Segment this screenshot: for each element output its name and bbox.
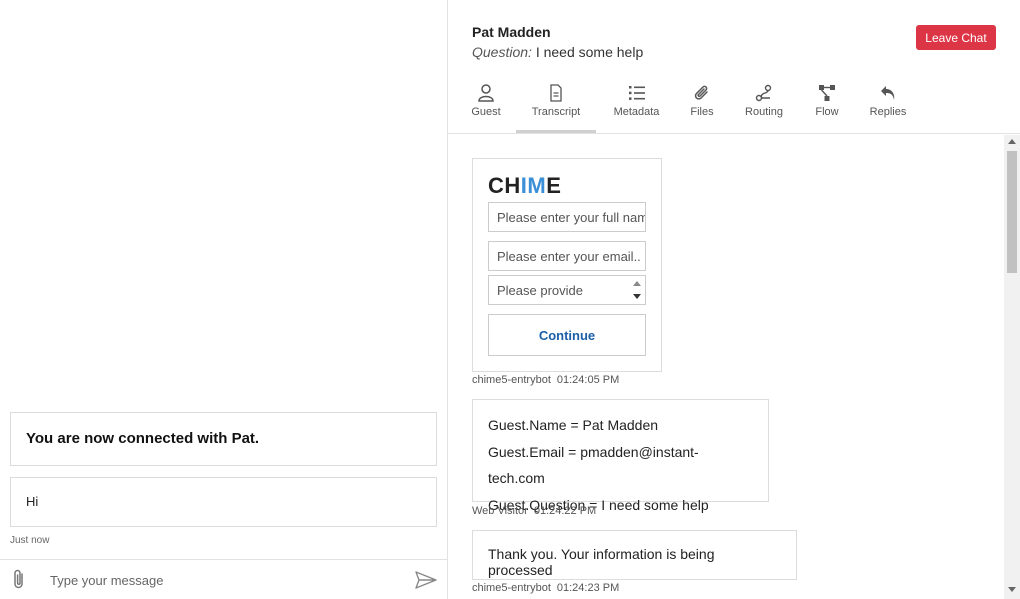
- chevron-down-icon[interactable]: [633, 294, 641, 299]
- email-field[interactable]: [488, 241, 646, 271]
- tab-guest-label: Guest: [471, 106, 501, 118]
- message-sender: chime5-entrybot: [472, 374, 551, 386]
- scroll-up-arrow[interactable]: [1008, 139, 1016, 144]
- leave-chat-button[interactable]: Leave Chat: [916, 25, 996, 50]
- guest-name: Pat Madden: [472, 24, 551, 40]
- question-field-scroller[interactable]: [630, 276, 645, 304]
- message-input[interactable]: [40, 566, 400, 594]
- paperclip-icon[interactable]: [9, 569, 29, 591]
- message-sender: chime5-entrybot: [472, 582, 551, 594]
- continue-button[interactable]: Continue: [488, 314, 646, 356]
- tab-bar: Guest Transcript Metadata Files Routing …: [448, 78, 1020, 134]
- chat-message-text: Hi: [26, 494, 39, 509]
- tab-transcript[interactable]: Transcript: [516, 78, 596, 133]
- question-label: Question:: [472, 44, 532, 60]
- tab-transcript-label: Transcript: [531, 106, 581, 118]
- tab-metadata[interactable]: Metadata: [609, 78, 664, 133]
- message-meta: chime5-entrybot 01:24:23 PM: [472, 582, 619, 594]
- variable-line: Guest.Email = pmadden@instant-tech.com: [488, 443, 699, 487]
- chevron-up-icon[interactable]: [633, 281, 641, 286]
- guest-variables-card: Guest.Name = Pat Madden Guest.Email = pm…: [472, 399, 769, 513]
- routing-icon: [755, 84, 772, 102]
- tab-guest[interactable]: Guest: [470, 78, 502, 133]
- message-time: 01:24:22 PM: [533, 505, 597, 517]
- tab-metadata-label: Metadata: [613, 106, 660, 118]
- message-time: 01:24:23 PM: [556, 582, 620, 594]
- document-icon: [550, 84, 562, 102]
- tab-flow-label: Flow: [815, 106, 839, 118]
- message-sender: Web Visitor: [472, 505, 528, 517]
- message-meta: Web Visitor 01:24:22 PM: [472, 505, 596, 517]
- guest-question: Question: I need some help: [472, 44, 643, 60]
- tab-files[interactable]: Files: [688, 78, 716, 133]
- chat-message: Hi: [10, 477, 437, 527]
- chat-pane: You are now connected with Pat. Hi Just …: [0, 0, 448, 599]
- entry-form-card: CHIME Continue: [472, 158, 662, 372]
- variable-line: Guest.Name = Pat Madden: [488, 417, 659, 433]
- message-timestamp: Just now: [10, 535, 50, 546]
- question-field[interactable]: [488, 275, 646, 305]
- question-text: I need some help: [531, 44, 644, 60]
- message-time: 01:24:05 PM: [556, 374, 620, 386]
- details-pane: Pat Madden Question: I need some help Le…: [448, 0, 1020, 599]
- scroll-thumb[interactable]: [1007, 151, 1017, 273]
- list-icon: [628, 86, 645, 100]
- user-icon: [478, 84, 494, 102]
- scroll-down-arrow[interactable]: [1008, 587, 1016, 592]
- tab-replies[interactable]: Replies: [868, 78, 908, 133]
- tab-flow[interactable]: Flow: [812, 78, 842, 133]
- tab-routing[interactable]: Routing: [741, 78, 787, 133]
- paperclip-icon: [694, 85, 708, 100]
- bot-message-text: Thank you. Your information is being pro…: [488, 546, 715, 578]
- tab-files-label: Files: [690, 106, 714, 118]
- tab-replies-label: Replies: [869, 106, 907, 118]
- system-message: You are now connected with Pat.: [10, 412, 437, 466]
- transcript-view: CHIME Continue chime5-entrybot 01:24:05 P…: [448, 135, 1004, 599]
- send-icon[interactable]: [414, 570, 438, 590]
- flow-icon: [819, 85, 835, 101]
- system-message-text: You are now connected with Pat.: [26, 430, 260, 447]
- message-composer: [0, 559, 447, 599]
- tab-routing-label: Routing: [745, 106, 783, 118]
- reply-icon: [881, 86, 895, 100]
- bot-message-card: Thank you. Your information is being pro…: [472, 530, 797, 580]
- full-name-field[interactable]: [488, 202, 646, 232]
- message-meta: chime5-entrybot 01:24:05 PM: [472, 374, 619, 386]
- chime-logo: CHIME: [488, 173, 562, 198]
- transcript-scrollbar[interactable]: [1004, 135, 1020, 599]
